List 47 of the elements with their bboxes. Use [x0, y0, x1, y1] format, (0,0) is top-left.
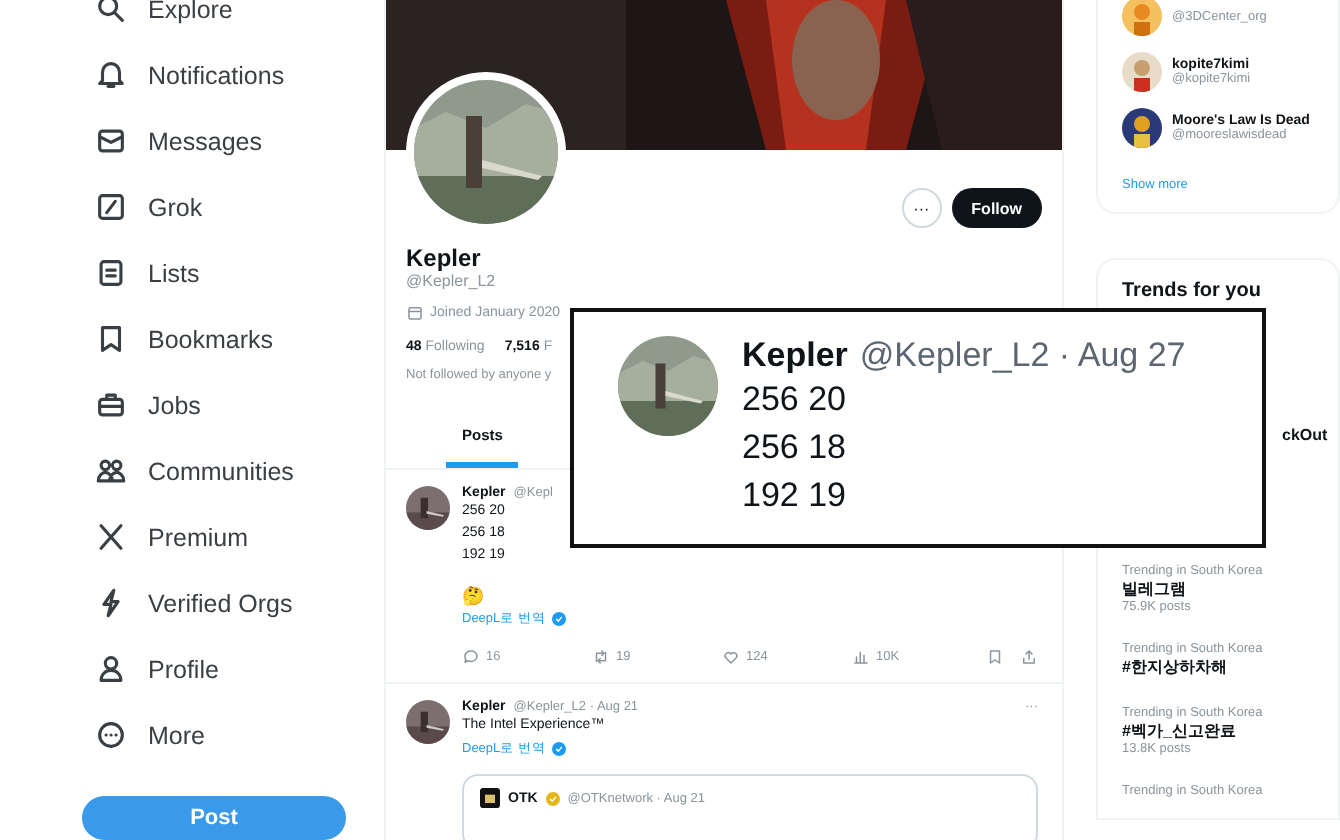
more-button[interactable]: ··· [901, 188, 942, 228]
nav-item[interactable]: Notifications [94, 42, 384, 108]
tweet-text: 256 18 [742, 426, 848, 470]
nav-item[interactable]: Bookmarks [94, 306, 384, 372]
share-icon[interactable] [1020, 648, 1038, 666]
nav-item[interactable]: Messages [94, 108, 384, 174]
reply-icon[interactable] [462, 648, 480, 666]
x-icon [94, 520, 128, 554]
verified-icon [551, 612, 566, 626]
calendar-icon [406, 304, 424, 322]
author-name: Kepler [742, 336, 848, 376]
trend-name[interactable]: #한지상하차해 [1122, 656, 1338, 678]
bell-icon [94, 58, 128, 92]
tweet-meta: @Kepler_L2 · Aug 27 [859, 336, 1186, 376]
slash-icon [94, 190, 128, 224]
briefcase-icon [94, 388, 128, 422]
tweet-text: 256 20 [742, 378, 848, 422]
heart-icon[interactable] [722, 648, 740, 666]
logo-icon [480, 788, 500, 808]
follow-button[interactable]: Follow [951, 188, 1042, 228]
more-icon [94, 718, 128, 752]
nav-item[interactable]: Jobs [94, 372, 384, 438]
profile-handle: @Kepler_L2 [406, 272, 498, 290]
nav-item[interactable]: Communities [94, 438, 384, 504]
bookmark-icon[interactable] [986, 648, 1004, 666]
nav-item[interactable]: Grok [94, 174, 384, 240]
nav-item[interactable]: Verified Orgs [94, 570, 384, 636]
mail-icon [94, 124, 128, 158]
people-icon [94, 454, 128, 488]
nav-item[interactable]: More [94, 702, 384, 768]
nav-item[interactable]: Lists [94, 240, 384, 306]
verified-icon [545, 791, 560, 805]
tweet-text: 192 19 [742, 474, 848, 518]
trend-name[interactable]: 빌레그램 [1122, 578, 1338, 600]
nav-item[interactable]: Premium [94, 504, 384, 570]
list-icon [94, 256, 128, 290]
trends-title: Trends for you [1122, 280, 1263, 302]
tweet-emoji: 🤔 [462, 586, 486, 606]
trend-name[interactable]: #벡가_신고완료 [1122, 720, 1338, 742]
search-icon [94, 0, 128, 26]
nav-item[interactable]: Profile [94, 636, 384, 702]
trend-name[interactable]: ckOut [1282, 426, 1338, 444]
verified-icon [551, 742, 566, 756]
person-icon [94, 652, 128, 686]
profile-name: Kepler [406, 244, 483, 272]
bar-chart-icon[interactable] [852, 648, 870, 666]
repost-icon[interactable] [592, 648, 610, 666]
